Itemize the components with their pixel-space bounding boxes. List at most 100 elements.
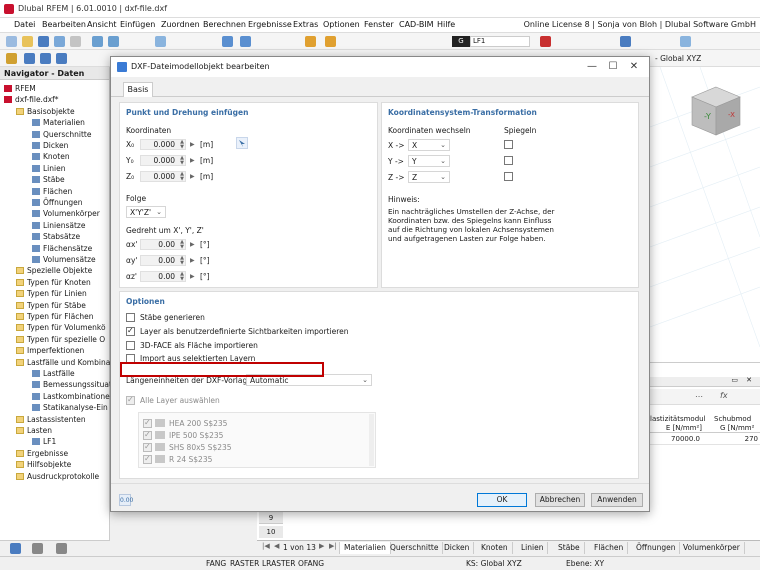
display-tab-icon[interactable] bbox=[32, 543, 43, 554]
tree-item[interactable]: Typen für Flächen bbox=[16, 312, 93, 323]
menu-cad-bim[interactable]: CAD-BIM bbox=[399, 20, 434, 29]
table-row[interactable]: 70000.0 270 bbox=[650, 435, 760, 445]
unit-arrow-icon[interactable]: ▶ bbox=[190, 173, 195, 180]
tab-oeffnungen[interactable]: Öffnungen bbox=[632, 542, 681, 554]
order-select[interactable]: X'Y'Z' ⌄ bbox=[126, 206, 166, 218]
views-tab-icon[interactable] bbox=[56, 543, 67, 554]
apply-button[interactable]: Anwenden bbox=[591, 493, 643, 507]
close-button[interactable]: ✕ bbox=[623, 59, 645, 75]
tree-item[interactable]: Querschnitte bbox=[32, 130, 91, 141]
tree-item[interactable]: Typen für spezielle O bbox=[16, 335, 105, 346]
menu-berechnen[interactable]: Berechnen bbox=[203, 20, 246, 29]
tree-item[interactable]: Ergebnisse bbox=[16, 449, 68, 460]
x-axis-select[interactable]: X ⌄ bbox=[408, 139, 450, 151]
layer-list[interactable]: HEA 200 S$235 IPE 500 S$235 SHS 80x5 S$2… bbox=[138, 412, 376, 468]
tree-item[interactable]: Typen für Stäbe bbox=[16, 301, 86, 312]
spin-arrows-icon[interactable]: ▲ ▼ bbox=[180, 172, 184, 182]
tree-item[interactable]: Knoten bbox=[32, 152, 70, 163]
y0-input[interactable]: 0.000 ▲ ▼ bbox=[140, 155, 186, 166]
render-icon[interactable] bbox=[222, 36, 233, 47]
unit-arrow-icon[interactable]: ▶ bbox=[190, 273, 195, 280]
tree-item[interactable]: LF1 bbox=[32, 437, 56, 448]
import-3dface-checkbox[interactable] bbox=[126, 341, 135, 350]
menu-hilfe[interactable]: Hilfe bbox=[437, 20, 455, 29]
tree-item[interactable]: dxf-file.dxf* bbox=[4, 95, 59, 106]
calc-icon[interactable] bbox=[305, 36, 316, 47]
tree-item[interactable]: Linien bbox=[32, 164, 65, 175]
tree-item[interactable]: Lastkombinatione bbox=[32, 392, 110, 403]
open-folder-icon[interactable] bbox=[22, 36, 33, 47]
z-axis-select[interactable]: Z ⌄ bbox=[408, 171, 450, 183]
redo-icon[interactable] bbox=[108, 36, 119, 47]
coordinate-system-select[interactable]: - Global XYZ bbox=[655, 54, 701, 63]
tree-item[interactable]: Materialien bbox=[32, 118, 85, 129]
minimize-icon[interactable]: ▭ bbox=[731, 376, 738, 384]
unit-arrow-icon[interactable]: ▶ bbox=[190, 257, 195, 264]
select-all-layers-checkbox[interactable] bbox=[126, 395, 135, 405]
spin-arrows-icon[interactable]: ▲ ▼ bbox=[180, 240, 184, 250]
formula-icon[interactable]: fx bbox=[720, 391, 728, 400]
tree-item[interactable]: Lastassistenten bbox=[16, 415, 86, 426]
units-icon[interactable]: 0.00 bbox=[119, 494, 133, 506]
snap-icon[interactable] bbox=[6, 53, 17, 64]
z0-input[interactable]: 0.000 ▲ ▼ bbox=[140, 171, 186, 182]
cell-e-value[interactable]: 70000.0 bbox=[650, 435, 700, 443]
tree-item[interactable]: Lasten bbox=[16, 426, 52, 437]
save-icon[interactable] bbox=[38, 36, 49, 47]
tree-item[interactable]: Bemessungssituat bbox=[32, 380, 112, 391]
tree-item[interactable]: RFEM bbox=[4, 84, 36, 95]
tab-basis[interactable]: Basis bbox=[123, 82, 153, 97]
display-icon[interactable] bbox=[240, 36, 251, 47]
tree-item[interactable]: Lastfälle und Kombina bbox=[16, 358, 110, 369]
tab-querschnitte[interactable]: Querschnitte bbox=[386, 542, 444, 554]
tree-item[interactable]: Basisobjekte bbox=[16, 107, 75, 118]
generate-members-checkbox[interactable] bbox=[126, 313, 135, 322]
table-icon[interactable] bbox=[680, 36, 691, 47]
menu-zuordnen[interactable]: Zuordnen bbox=[161, 20, 200, 29]
status-ofang[interactable]: OFANG bbox=[298, 559, 324, 568]
spin-arrows-icon[interactable]: ▲ ▼ bbox=[180, 272, 184, 282]
status-fang[interactable]: FANG bbox=[206, 559, 226, 568]
new-file-icon[interactable] bbox=[6, 36, 17, 47]
view-cube-icon[interactable]: -Y -X bbox=[690, 85, 742, 137]
line-icon[interactable] bbox=[56, 53, 67, 64]
data-tab-icon[interactable] bbox=[10, 543, 21, 554]
next-page-icon[interactable]: ▶ bbox=[319, 542, 324, 550]
tool-icon[interactable] bbox=[620, 36, 631, 47]
menu-extras[interactable]: Extras bbox=[293, 20, 318, 29]
x0-input[interactable]: 0.000 ▲ ▼ bbox=[140, 139, 186, 150]
close-icon[interactable]: ✕ bbox=[746, 376, 752, 384]
print-icon[interactable] bbox=[70, 36, 81, 47]
loadcase-select[interactable]: LF1 bbox=[470, 36, 530, 47]
cell-g-value[interactable]: 270 bbox=[710, 435, 758, 443]
alpha-y-input[interactable]: 0.00 ▲ ▼ bbox=[140, 255, 186, 266]
tree-item[interactable]: Flächen bbox=[32, 187, 72, 198]
layer-checkbox[interactable] bbox=[143, 430, 152, 440]
tree-item[interactable]: Volumensätze bbox=[32, 255, 96, 266]
tab-volumenkoerper[interactable]: Volumenkörper bbox=[679, 542, 745, 554]
tree-item[interactable]: Liniensätze bbox=[32, 221, 85, 232]
copy-icon[interactable] bbox=[54, 36, 65, 47]
y-axis-select[interactable]: Y ⌄ bbox=[408, 155, 450, 167]
menu-einfuegen[interactable]: Einfügen bbox=[120, 20, 155, 29]
maximize-button[interactable]: ☐ bbox=[602, 59, 624, 75]
spin-arrows-icon[interactable]: ▲ ▼ bbox=[180, 156, 184, 166]
tree-item[interactable]: Statikanalyse-Ein bbox=[32, 403, 108, 414]
tree-item[interactable]: Volumenkörper bbox=[32, 209, 100, 220]
tree-item[interactable]: Flächensätze bbox=[32, 244, 92, 255]
status-lraster[interactable]: LRASTER bbox=[262, 559, 296, 568]
alpha-z-input[interactable]: 0.00 ▲ ▼ bbox=[140, 271, 186, 282]
mirror-y-checkbox[interactable] bbox=[504, 156, 513, 165]
tab-staebe[interactable]: Stäbe bbox=[554, 542, 585, 554]
layer-checkbox[interactable] bbox=[143, 454, 152, 464]
tree-item[interactable]: Ausdruckprotokolle bbox=[16, 472, 99, 483]
tree-item[interactable]: Öffnungen bbox=[32, 198, 82, 209]
view-icon[interactable] bbox=[155, 36, 166, 47]
tree-item[interactable]: Dicken bbox=[32, 141, 68, 152]
prev-page-icon[interactable]: ◀ bbox=[274, 542, 279, 550]
undo-icon[interactable] bbox=[92, 36, 103, 47]
cancel-button[interactable]: Abbrechen bbox=[535, 493, 585, 507]
unit-arrow-icon[interactable]: ▶ bbox=[190, 141, 195, 148]
mirror-x-checkbox[interactable] bbox=[504, 140, 513, 149]
status-raster[interactable]: RASTER bbox=[230, 559, 259, 568]
